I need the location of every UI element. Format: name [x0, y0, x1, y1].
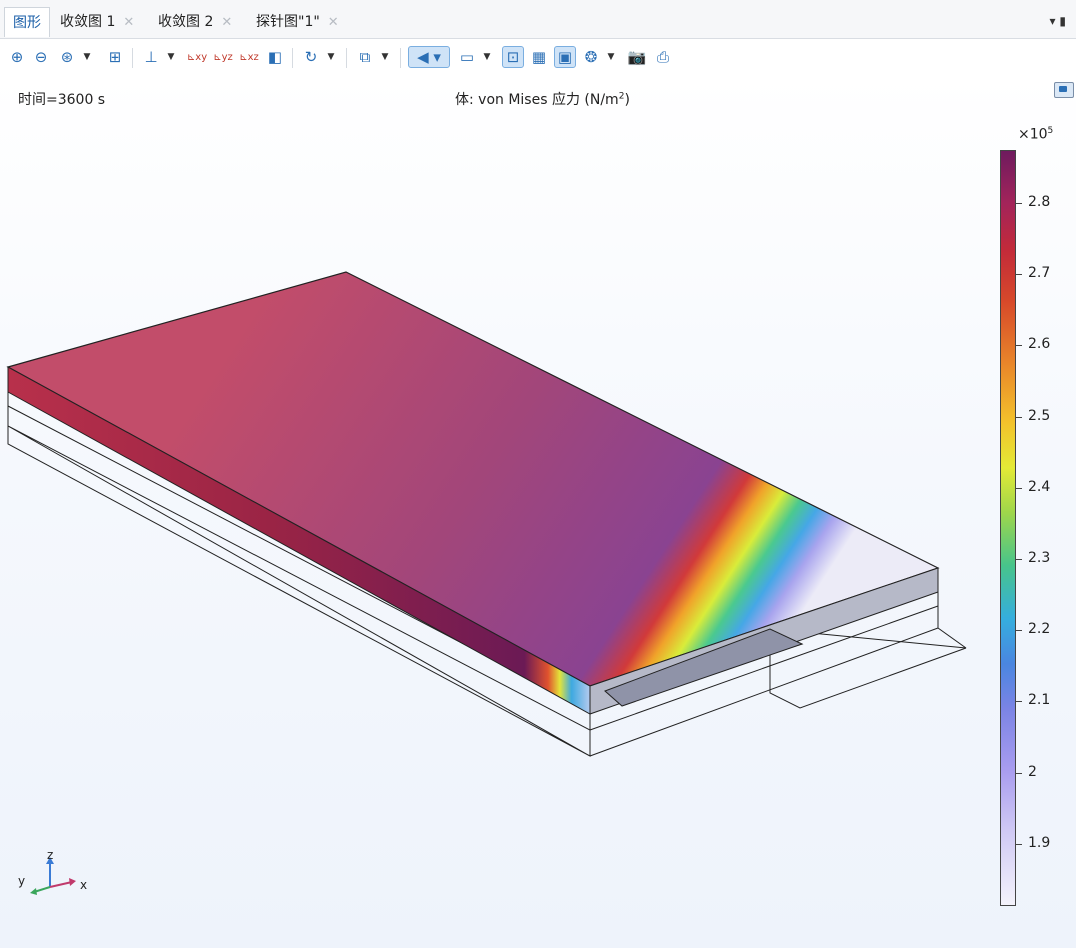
- colorbar-tick: [1016, 701, 1022, 703]
- close-icon[interactable]: ✕: [123, 15, 134, 30]
- separator: [400, 48, 401, 68]
- colorbar-tick-label: 2.3: [1028, 550, 1051, 566]
- colorbar-tick: [1016, 416, 1022, 418]
- axis-orient-icon[interactable]: ⊥: [140, 46, 162, 68]
- graphics-window[interactable]: 时间=3600 s 体: von Mises 应力 (N/m2) ×105 2.…: [0, 76, 1076, 948]
- grid-icon[interactable]: ▦: [528, 46, 550, 68]
- zoom-in-icon[interactable]: ⊕: [6, 46, 28, 68]
- close-icon[interactable]: ✕: [328, 15, 339, 30]
- view-yz-icon[interactable]: ⊾yz: [212, 46, 234, 68]
- camera-icon[interactable]: 📷: [626, 46, 648, 68]
- colorbar: [1000, 150, 1016, 906]
- rotate-icon[interactable]: ↻: [300, 46, 322, 68]
- tab-probe-plot[interactable]: 探针图"1" ✕: [248, 7, 347, 37]
- colorbar-tick-label: 2.4: [1028, 478, 1051, 495]
- view-xz-icon[interactable]: ⊾xz: [238, 46, 260, 68]
- colorbar-tick: [1016, 772, 1022, 774]
- separator: [292, 48, 293, 68]
- tab-label: 图形: [13, 15, 41, 31]
- colorbar-tick-label: 2.7: [1028, 265, 1051, 282]
- separator: [346, 48, 347, 68]
- chevron-down-icon[interactable]: ▼: [482, 46, 492, 68]
- model-geometry[interactable]: [0, 76, 1076, 948]
- colorbar-tick: [1016, 203, 1022, 204]
- light-icon[interactable]: ◀ ▾: [408, 46, 450, 68]
- axis-triad: z y x: [18, 851, 87, 895]
- tab-label: 探针图"1": [256, 14, 320, 30]
- separator: [132, 48, 133, 68]
- view-xy-icon[interactable]: ⊾xy: [186, 46, 208, 68]
- colorbar-multiplier: ×105: [1018, 126, 1054, 143]
- tab-bar: 图形 收敛图 1 ✕ 收敛图 2 ✕ 探针图"1" ✕ ▾ ▮: [0, 0, 1076, 39]
- colorbar-tick: [1016, 345, 1022, 347]
- axis-z-label: z: [47, 851, 53, 862]
- chevron-down-icon[interactable]: ▼: [380, 46, 390, 68]
- view-3d-icon[interactable]: ◧: [264, 46, 286, 68]
- tab-convergence-2[interactable]: 收敛图 2 ✕: [150, 7, 240, 37]
- graphics-toolbar: ⊕ ⊖ ⊛ ▼ ⊞ ⊥ ▼ ⊾xy ⊾yz ⊾xz ◧ ↻ ▼ ⧉ ▼ ◀ ▾ …: [0, 40, 1076, 74]
- wireframe-icon[interactable]: ⊡: [502, 46, 524, 68]
- tab-label: 收敛图 2: [158, 14, 214, 30]
- colorbar-tick-label: 2: [1028, 763, 1037, 780]
- axis-x-label: x: [80, 878, 87, 892]
- colorbar-tick-label: 2.5: [1028, 407, 1051, 424]
- chevron-down-icon[interactable]: ▼: [606, 46, 616, 68]
- colorbar-tick-label: 2.2: [1028, 621, 1051, 638]
- print-icon[interactable]: ⎙: [652, 46, 674, 68]
- transparency-icon[interactable]: ▭: [456, 46, 478, 68]
- tab-label: 收敛图 1: [60, 14, 116, 30]
- colorbar-tick: [1016, 843, 1022, 845]
- colorbar-tick: [1016, 559, 1022, 560]
- chevron-down-icon[interactable]: ▼: [166, 46, 176, 68]
- tab-graphics[interactable]: 图形: [4, 7, 50, 37]
- colorbar-tick-label: 2.6: [1028, 336, 1051, 353]
- scene-light-icon[interactable]: ▣: [554, 46, 576, 68]
- reset-icon[interactable]: ❂: [580, 46, 602, 68]
- axis-y-label: y: [18, 874, 25, 888]
- tab-convergence-1[interactable]: 收敛图 1 ✕: [52, 7, 142, 37]
- zoom-box-icon[interactable]: ⊛: [56, 46, 78, 68]
- colorbar-tick-label: 2.1: [1028, 692, 1051, 709]
- chevron-down-icon[interactable]: ▼: [326, 46, 336, 68]
- chevron-down-icon[interactable]: ▼: [82, 46, 92, 68]
- colorbar-tick-label: 1.9: [1028, 834, 1051, 851]
- zoom-extents-icon[interactable]: ⊞: [104, 46, 126, 68]
- select-icon[interactable]: ⧉: [354, 46, 376, 68]
- colorbar-tick-label: 2.8: [1028, 194, 1051, 210]
- view-menu-icon[interactable]: ▾ ▮: [1050, 14, 1066, 28]
- zoom-out-icon[interactable]: ⊖: [30, 46, 52, 68]
- colorbar-tick: [1016, 274, 1022, 276]
- colorbar-tick: [1016, 487, 1022, 489]
- colorbar-tick: [1016, 630, 1022, 632]
- close-icon[interactable]: ✕: [221, 15, 232, 30]
